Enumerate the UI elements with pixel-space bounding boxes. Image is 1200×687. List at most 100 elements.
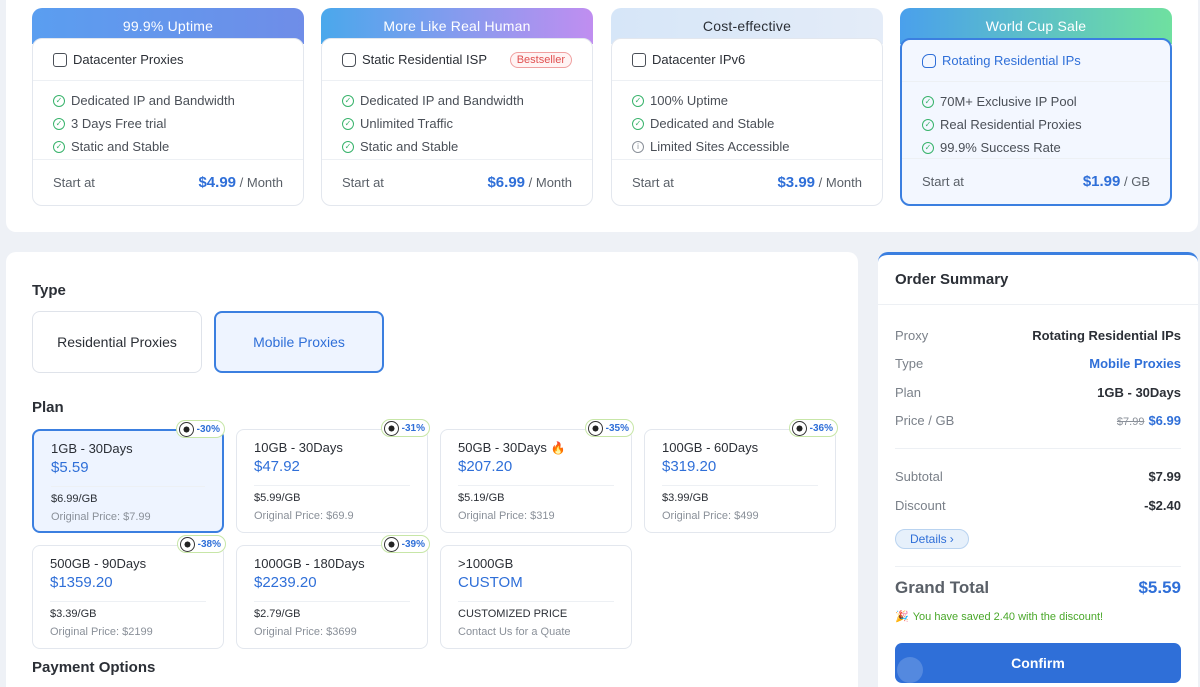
- summary-value: Rotating Residential IPs: [1032, 328, 1181, 343]
- check-icon: ✓: [632, 117, 644, 130]
- plan-name: 1GB - 30Days: [51, 441, 133, 456]
- feature-text: Static and Stable: [360, 139, 459, 154]
- soccer-ball-icon: [383, 421, 399, 436]
- plan-option-100gb[interactable]: -36% 100GB - 60Days $319.20 $3.99/GB Ori…: [644, 419, 838, 533]
- plan-per-gb: CUSTOMIZED PRICE: [458, 608, 568, 620]
- plan-per-gb: $5.19/GB: [458, 492, 505, 504]
- price-unit: / Month: [239, 175, 283, 190]
- discount-badge: -30%: [175, 420, 225, 438]
- plan-name: 1000GB - 180Days: [254, 556, 365, 571]
- feature-text: 100% Uptime: [650, 93, 729, 108]
- summary-value: Mobile Proxies: [1089, 356, 1181, 371]
- price-unit: / Month: [818, 175, 862, 190]
- plan-original-price: Original Price: $3699: [254, 626, 357, 638]
- discount-badge: -31%: [380, 419, 430, 437]
- discount-badge: -39%: [380, 535, 430, 553]
- check-icon: ✓: [922, 118, 934, 131]
- product-card-rotating-residential[interactable]: World Cup Sale Rotating Residential IPs …: [900, 8, 1172, 206]
- saved-message: 🎉 You have saved 2.40 with the discount!: [895, 610, 1104, 624]
- product-card-static-isp[interactable]: More Like Real Human Static Residential …: [321, 8, 593, 206]
- plan-option-custom[interactable]: >1000GB CUSTOM CUSTOMIZED PRICE Contact …: [440, 545, 632, 649]
- feature-text: Dedicated and Stable: [650, 116, 775, 131]
- product-name: Datacenter IPv6: [652, 52, 746, 67]
- server-icon: [53, 52, 67, 67]
- feature-text: 99.9% Success Rate: [940, 140, 1061, 155]
- type-residential-button[interactable]: Residential Proxies: [32, 311, 202, 373]
- check-icon: ✓: [342, 140, 354, 153]
- plan-price: $1359.20: [50, 574, 113, 591]
- plan-option-50gb[interactable]: -35% 50GB - 30Days 🔥 $207.20 $5.19/GB Or…: [440, 419, 634, 533]
- new-price: $6.99: [1148, 413, 1181, 428]
- chart-icon: [632, 52, 646, 67]
- summary-plan-row: Plan 1GB - 30Days: [895, 385, 1181, 400]
- plan-name: 50GB - 30Days 🔥: [458, 440, 566, 455]
- feature-text: Dedicated IP and Bandwidth: [71, 93, 235, 108]
- price-unit: / Month: [528, 175, 572, 190]
- config-panel: Type Residential Proxies Mobile Proxies …: [6, 252, 858, 687]
- summary-type-row: Type Mobile Proxies: [895, 356, 1181, 371]
- plan-option-1gb[interactable]: -30% 1GB - 30Days $5.59 $6.99/GB Origina…: [32, 420, 225, 533]
- check-icon: ✓: [53, 117, 65, 130]
- start-label: Start at: [342, 175, 384, 190]
- summary-subtotal-row: Subtotal $7.99: [895, 469, 1181, 484]
- old-price: $7.99: [1116, 416, 1145, 428]
- product-card-ipv6[interactable]: Cost-effective Datacenter IPv6 ✓ 100% Upt…: [611, 8, 883, 206]
- plan-option-10gb[interactable]: -31% 10GB - 30Days $47.92 $5.99/GB Origi…: [236, 419, 430, 533]
- feature-text: 70M+ Exclusive IP Pool: [940, 94, 1077, 109]
- plan-name: 100GB - 60Days: [662, 440, 759, 455]
- price-unit: / GB: [1123, 174, 1150, 189]
- summary-value: $7.99: [1148, 469, 1181, 484]
- plan-original-price: Original Price: $319: [458, 510, 555, 522]
- feature-text: 3 Days Free trial: [71, 116, 167, 131]
- feature-text: Unlimited Traffic: [360, 116, 453, 131]
- plan-price: $319.20: [662, 458, 717, 475]
- plan-title: Plan: [32, 399, 64, 416]
- feature-text: Limited Sites Accessible: [650, 139, 790, 154]
- confirm-button[interactable]: Confirm: [895, 643, 1181, 683]
- check-icon: ✓: [632, 94, 644, 107]
- check-icon: ✓: [53, 94, 65, 107]
- plan-per-gb: $5.99/GB: [254, 492, 301, 504]
- rotate-icon: [922, 53, 936, 68]
- soccer-ball-icon: [587, 421, 603, 436]
- plan-name: >1000GB: [458, 556, 514, 571]
- summary-label: Price / GB: [895, 413, 955, 428]
- bestseller-badge: Bestseller: [509, 51, 572, 68]
- grand-total-label: Grand Total: [895, 578, 990, 597]
- fire-icon: 🔥: [550, 441, 566, 455]
- plan-option-500gb[interactable]: -38% 500GB - 90Days $1359.20 $3.39/GB Or…: [32, 535, 226, 649]
- check-icon: ✓: [53, 140, 65, 153]
- type-mobile-button[interactable]: Mobile Proxies: [214, 311, 384, 373]
- discount-badge: -35%: [584, 419, 634, 437]
- plan-price: $207.20: [458, 458, 513, 475]
- summary-label: Discount: [895, 498, 946, 513]
- start-label: Start at: [53, 175, 95, 190]
- plan-price: CUSTOM: [458, 574, 523, 591]
- discount-badge: -38%: [176, 535, 226, 553]
- summary-value: 1GB - 30Days: [1097, 385, 1181, 400]
- plan-name: 500GB - 90Days: [50, 556, 147, 571]
- check-icon: ✓: [922, 95, 934, 108]
- product-card-datacenter[interactable]: 99.9% Uptime Datacenter Proxies ✓ Dedicat…: [32, 8, 304, 206]
- product-panel: 99.9% Uptime Datacenter Proxies ✓ Dedicat…: [6, 0, 1198, 232]
- grand-total-value: $5.59: [1138, 578, 1181, 597]
- summary-proxy-row: Proxy Rotating Residential IPs: [895, 328, 1181, 343]
- details-button[interactable]: Details ›: [895, 529, 969, 549]
- start-label: Start at: [632, 175, 674, 190]
- product-name: Rotating Residential IPs: [942, 53, 1081, 68]
- soccer-ball-icon: [383, 537, 399, 552]
- payment-title: Payment Options: [32, 659, 156, 676]
- soccer-ball-icon: [179, 537, 195, 552]
- plan-option-1000gb[interactable]: -39% 1000GB - 180Days $2239.20 $2.79/GB …: [236, 535, 430, 649]
- feature-text: Static and Stable: [71, 139, 170, 154]
- product-price: $4.99: [198, 174, 237, 191]
- plan-per-gb: $6.99/GB: [51, 493, 98, 505]
- plan-per-gb: $2.79/GB: [254, 608, 301, 620]
- plan-original-price: Original Price: $7.99: [51, 511, 151, 523]
- order-summary-title: Order Summary: [878, 255, 1198, 305]
- soccer-ball-icon: [791, 421, 807, 436]
- party-icon: 🎉: [895, 611, 909, 623]
- type-title: Type: [32, 282, 66, 299]
- plan-per-gb: $3.99/GB: [662, 492, 709, 504]
- plan-price: $47.92: [254, 458, 300, 475]
